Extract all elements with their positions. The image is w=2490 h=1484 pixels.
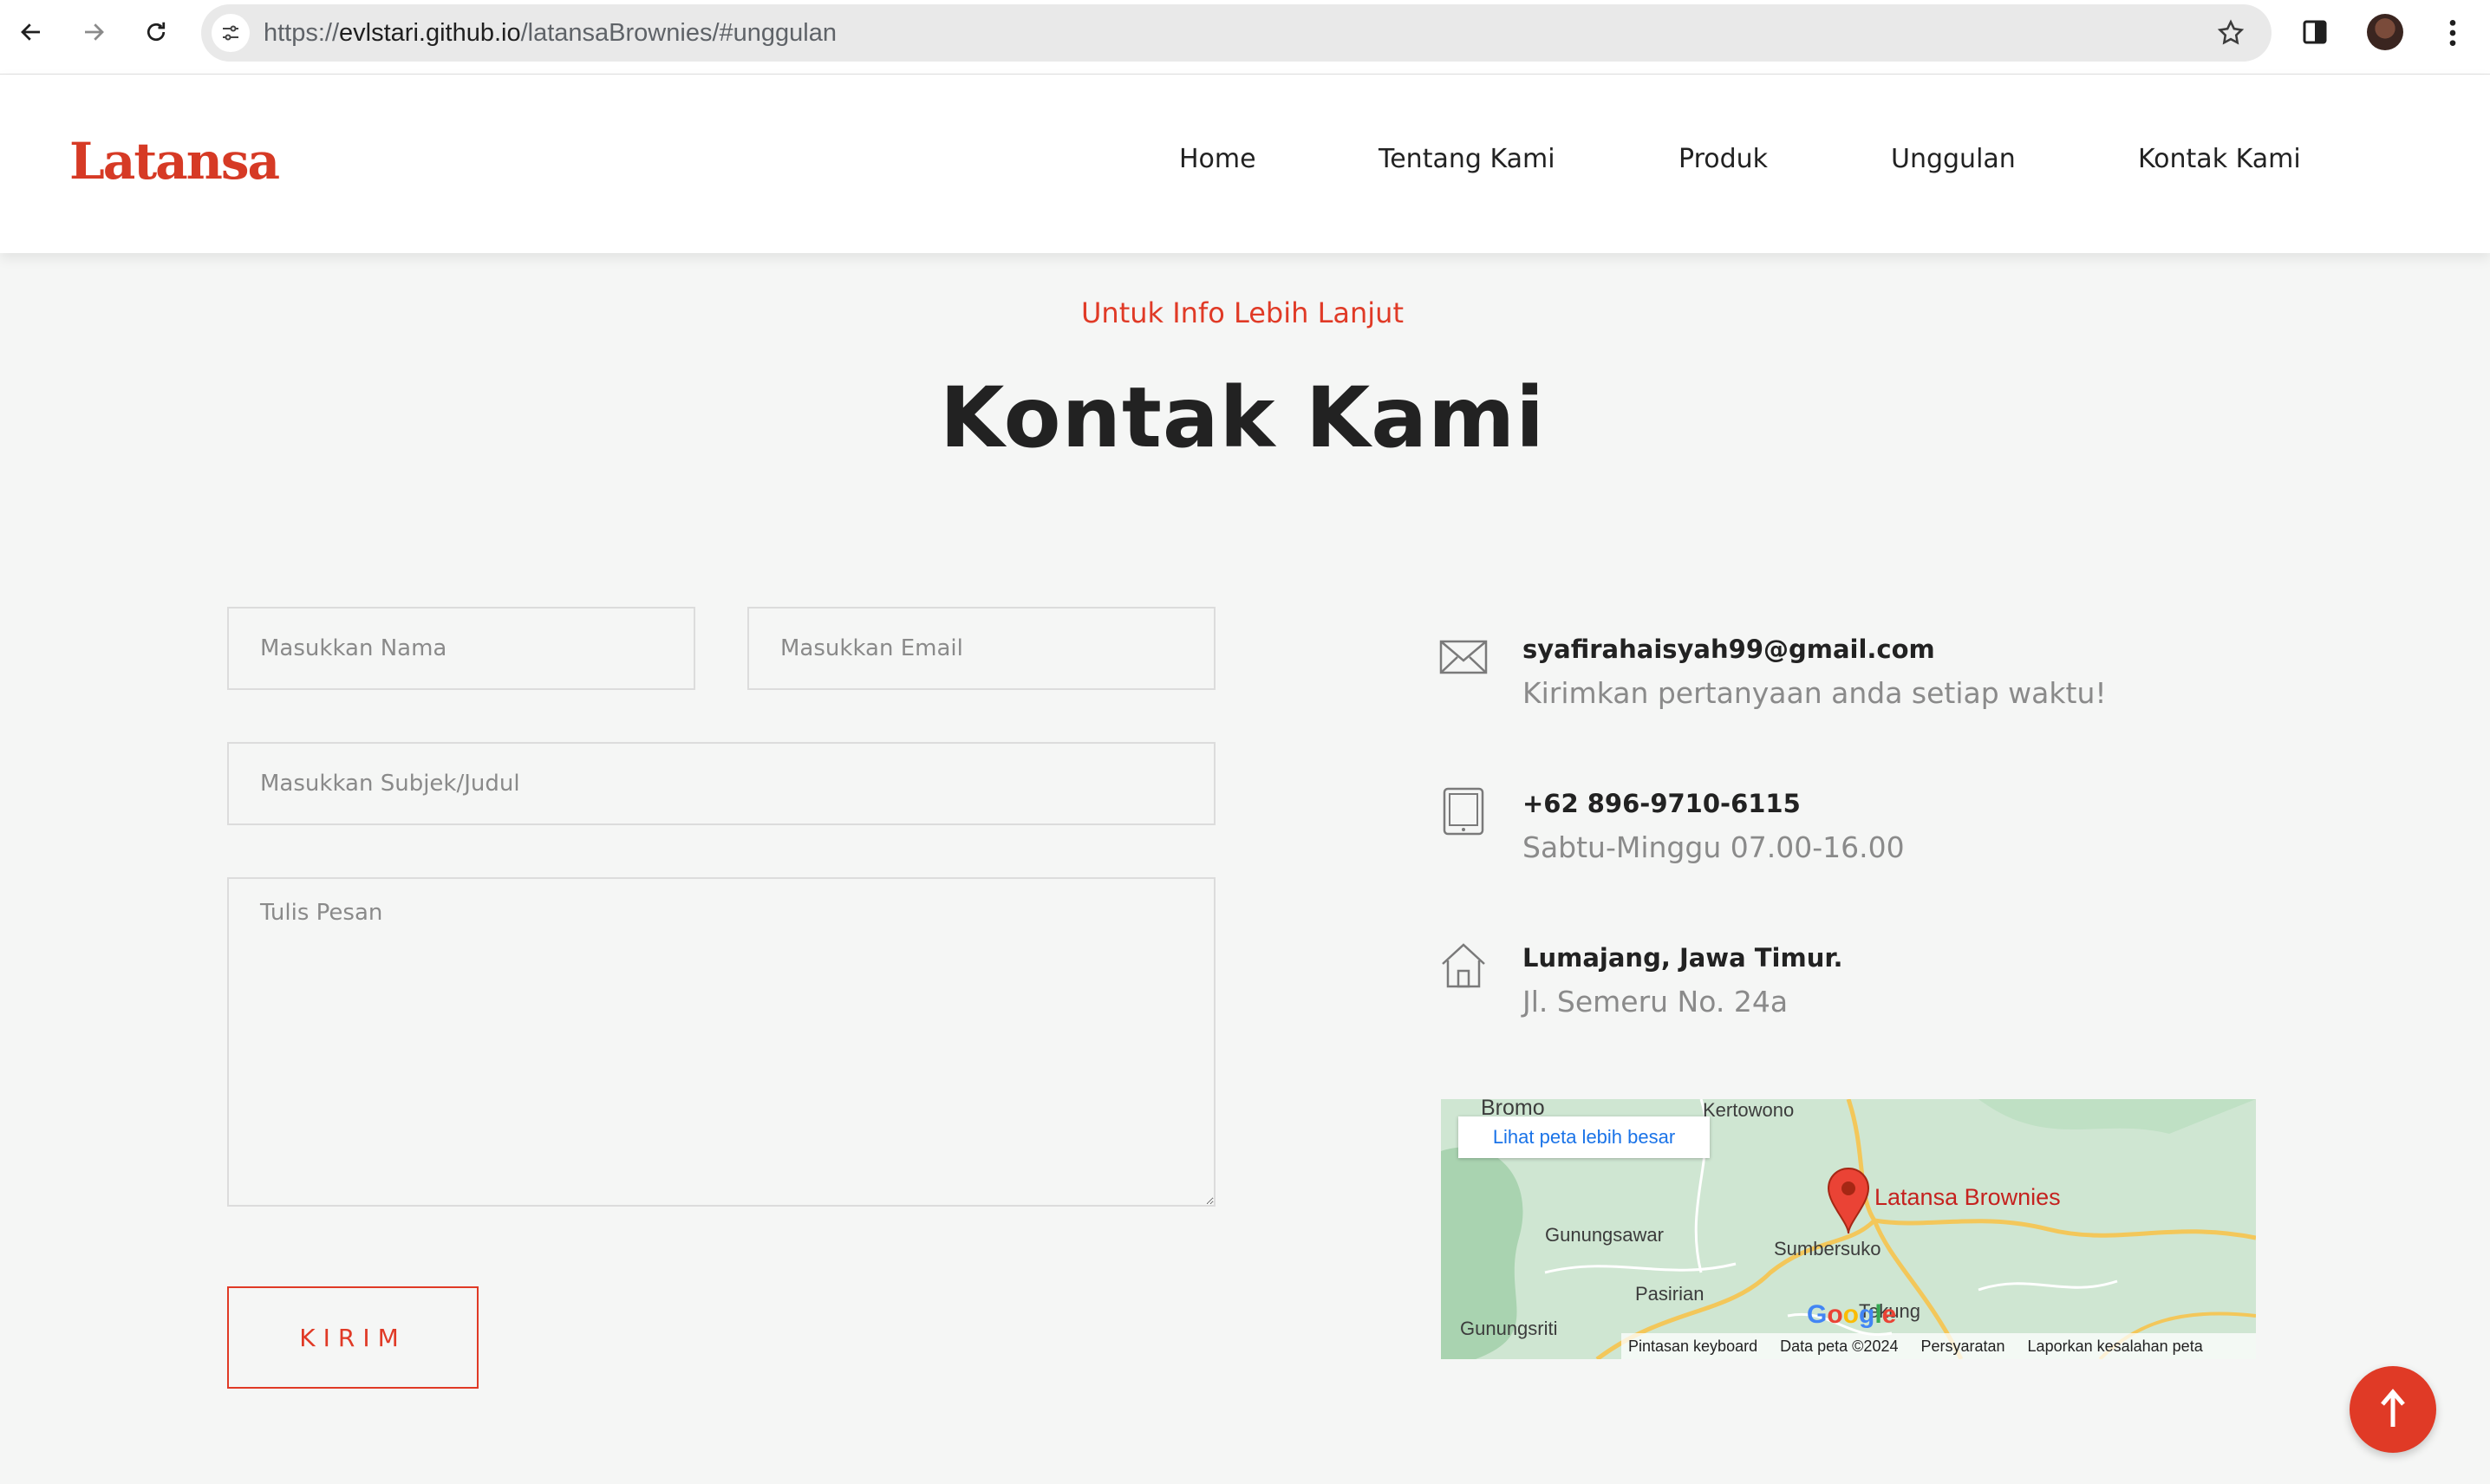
nav-tentang-kami[interactable]: Tentang Kami [1379,144,1555,174]
back-to-top-button[interactable] [2350,1366,2436,1453]
nav-unggulan[interactable]: Unggulan [1891,144,2016,174]
map-place-name[interactable]: Latansa Brownies [1874,1184,2061,1211]
site-header: Latansa Home Tentang Kami Produk Unggula… [0,75,2490,253]
google-logo: Google [1807,1300,1897,1329]
contact-phone-note: Sabtu-Minggu 07.00-16.00 [1522,830,1905,864]
embedded-map[interactable]: Bromo Kertowono Gunungsawar Sumbersuko P… [1441,1099,2256,1359]
star-icon[interactable] [2216,18,2246,48]
map-place-label: Pasirian [1635,1283,1705,1305]
contact-city: Lumajang, Jawa Timur. [1522,943,1843,973]
site-logo[interactable]: Latansa [69,127,280,196]
map-place-label: Gunungsriti [1460,1318,1558,1339]
submit-button[interactable]: KIRIM [227,1286,479,1389]
nav-kontak-kami[interactable]: Kontak Kami [2138,144,2301,174]
site-settings-icon[interactable] [212,14,250,52]
nav-produk[interactable]: Produk [1678,144,1768,174]
map-keyboard-shortcuts[interactable]: Pintasan keyboard [1628,1338,1757,1356]
reload-icon[interactable] [139,15,173,49]
contact-email-note: Kirimkan pertanyaan anda setiap waktu! [1522,676,2107,710]
arrow-up-icon [2381,1389,2405,1427]
contact-address: Jl. Semeru No. 24a [1522,985,1789,1019]
message-textarea[interactable] [227,877,1216,1207]
section-eyebrow: Untuk Info Lebih Lanjut [1080,296,1404,329]
house-icon [1442,943,1485,988]
name-input[interactable] [227,607,695,690]
map-terms[interactable]: Persyaratan [1920,1338,2004,1356]
kebab-menu-icon[interactable] [2440,16,2466,50]
contact-phone: +62 896-9710-6115 [1522,789,1801,818]
map-place-label: Sumbersuko [1774,1238,1881,1259]
side-panel-icon[interactable] [2299,16,2330,48]
map-place-label: Kertowono [1703,1099,1795,1121]
browser-toolbar: https://evlstari.github.io/latansaBrowni… [0,0,2490,75]
envelope-icon [1439,640,1488,674]
url-text: https://evlstari.github.io/latansaBrowni… [264,19,837,47]
subject-input[interactable] [227,742,1216,825]
map-report-error[interactable]: Laporkan kesalahan peta [2028,1338,2203,1356]
back-arrow-icon[interactable] [14,15,49,49]
section-title: Kontak Kami [939,369,1546,466]
map-pin-icon[interactable] [1826,1167,1871,1236]
email-input[interactable] [747,607,1216,690]
view-larger-map-link[interactable]: Lihat peta lebih besar [1458,1116,1710,1158]
contact-email: syafirahaisyah99@gmail.com [1522,635,1935,664]
address-bar[interactable]: https://evlstari.github.io/latansaBrowni… [201,4,2272,62]
map-place-label: Gunungsawar [1545,1224,1664,1246]
map-footer: Pintasan keyboard Data peta ©2024 Persya… [1621,1333,2256,1359]
map-data-credit: Data peta ©2024 [1780,1337,1899,1355]
forward-arrow-icon[interactable] [76,15,111,49]
tablet-icon [1443,787,1484,836]
profile-avatar[interactable] [2367,14,2403,50]
nav-home[interactable]: Home [1179,144,1256,174]
